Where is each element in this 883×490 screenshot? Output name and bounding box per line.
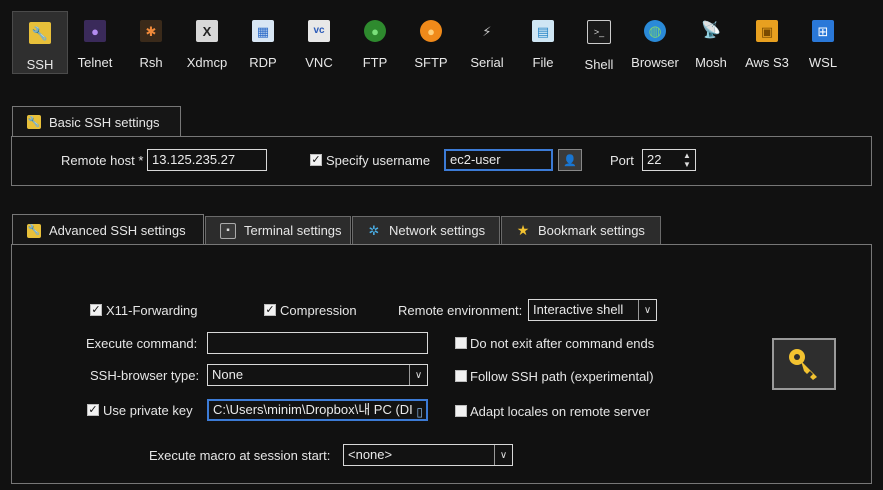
- chevron-down-icon: ∨: [409, 365, 427, 385]
- document-icon[interactable]: ▯: [416, 403, 423, 419]
- tool-mosh[interactable]: 📡 Mosh: [683, 10, 739, 74]
- tool-browser[interactable]: ◍ Browser: [627, 10, 683, 74]
- tool-telnet[interactable]: ● Telnet: [67, 10, 123, 74]
- execute-command-input[interactable]: [207, 332, 428, 354]
- execute-command-label: Execute command:: [86, 336, 198, 351]
- file-icon: ▤: [532, 20, 554, 42]
- x11-forwarding-checkbox[interactable]: ✓: [90, 304, 102, 316]
- windows-icon: ⊞: [812, 20, 834, 42]
- tool-file[interactable]: ▤ File: [515, 10, 571, 74]
- key-icon: [789, 349, 817, 380]
- key-manager-button[interactable]: [772, 338, 836, 390]
- specify-username-label: Specify username: [326, 153, 431, 168]
- tool-vnc[interactable]: vc VNC: [291, 10, 347, 74]
- username-input[interactable]: ec2-user: [444, 149, 553, 171]
- follow-ssh-path-checkbox[interactable]: [455, 370, 467, 382]
- tool-wsl[interactable]: ⊞ WSL: [795, 10, 851, 74]
- tool-ftp[interactable]: ● FTP: [347, 10, 403, 74]
- remote-environment-label: Remote environment:: [398, 303, 523, 318]
- specify-username-checkbox[interactable]: ✓: [310, 154, 322, 166]
- remote-host-label: Remote host *: [61, 153, 144, 168]
- rdp-icon: ▦: [252, 20, 274, 42]
- adapt-locales-label: Adapt locales on remote server: [470, 404, 650, 419]
- private-key-path-input[interactable]: C:\Users\minim\Dropbox\내 PC (DI ▯: [207, 399, 428, 421]
- tab-bookmark-settings[interactable]: ★ Bookmark settings: [501, 216, 661, 244]
- tab-basic-ssh-settings[interactable]: 🔧 Basic SSH settings: [12, 106, 181, 137]
- port-spinner[interactable]: 22 ▲ ▼: [642, 149, 696, 171]
- tool-xdmcp[interactable]: X Xdmcp: [179, 10, 235, 74]
- user-manager-button[interactable]: 👤: [558, 149, 582, 171]
- use-private-key-checkbox[interactable]: ✓: [87, 404, 99, 416]
- star-icon: ★: [516, 222, 530, 238]
- wrench-icon: 🔧: [29, 22, 51, 44]
- x11-forwarding-label: X11-Forwarding: [106, 303, 198, 318]
- compression-checkbox[interactable]: ✓: [264, 304, 276, 316]
- compression-label: Compression: [280, 303, 357, 318]
- ftp-icon: ●: [364, 20, 386, 42]
- user-icon: 👤: [563, 154, 577, 167]
- tool-serial[interactable]: ⚡ Serial: [459, 10, 515, 74]
- tool-sftp[interactable]: ● SFTP: [403, 10, 459, 74]
- tab-advanced-ssh-settings[interactable]: 🔧 Advanced SSH settings: [12, 214, 204, 246]
- ssh-browser-type-select[interactable]: None ∨: [207, 364, 428, 386]
- chevron-down-icon: ∨: [638, 300, 656, 320]
- ssh-browser-type-label: SSH-browser type:: [90, 368, 200, 383]
- port-label: Port: [610, 153, 634, 168]
- telnet-icon: ●: [84, 20, 106, 42]
- serial-icon: ⚡: [482, 23, 492, 39]
- terminal-icon: ▪: [220, 222, 236, 239]
- do-not-exit-label: Do not exit after command ends: [470, 336, 655, 351]
- adapt-locales-checkbox[interactable]: [455, 405, 467, 417]
- chevron-down-icon: ∨: [494, 445, 512, 465]
- remote-host-input[interactable]: 13.125.235.27: [147, 149, 267, 171]
- aws-s3-icon: ▣: [756, 20, 778, 42]
- wrench-icon: 🔧: [27, 223, 41, 238]
- tab-terminal-settings[interactable]: ▪ Terminal settings: [205, 216, 351, 244]
- sftp-icon: ●: [420, 20, 442, 42]
- shell-icon: >_: [587, 20, 611, 44]
- remote-environment-select[interactable]: Interactive shell ∨: [528, 299, 657, 321]
- tool-rsh[interactable]: ✱ Rsh: [123, 10, 179, 74]
- wrench-icon: 🔧: [27, 115, 41, 129]
- tool-shell[interactable]: >_ Shell: [571, 10, 627, 74]
- antenna-icon: 📡: [701, 22, 721, 39]
- session-type-toolbar: 🔧 SSH ● Telnet ✱ Rsh X Xdmcp ▦ RDP vc VN…: [0, 0, 883, 78]
- port-value: 22: [647, 152, 662, 167]
- tool-rdp[interactable]: ▦ RDP: [235, 10, 291, 74]
- use-private-key-label: Use private key: [103, 403, 193, 418]
- follow-ssh-path-label: Follow SSH path (experimental): [470, 369, 654, 384]
- network-icon: ✲: [368, 222, 380, 238]
- tool-aws-s3[interactable]: ▣ Aws S3: [739, 10, 795, 74]
- vnc-icon: vc: [308, 20, 330, 42]
- xdmcp-icon: X: [196, 20, 218, 42]
- do-not-exit-checkbox[interactable]: [455, 337, 467, 349]
- tab-network-settings[interactable]: ✲ Network settings: [352, 216, 500, 244]
- execute-macro-select[interactable]: <none> ∨: [343, 444, 513, 466]
- execute-macro-label: Execute macro at session start:: [149, 448, 331, 463]
- spinner-arrows-icon[interactable]: ▲ ▼: [681, 151, 693, 169]
- tool-ssh[interactable]: 🔧 SSH: [12, 11, 68, 74]
- rsh-icon: ✱: [140, 20, 162, 42]
- globe-icon: ◍: [644, 20, 666, 42]
